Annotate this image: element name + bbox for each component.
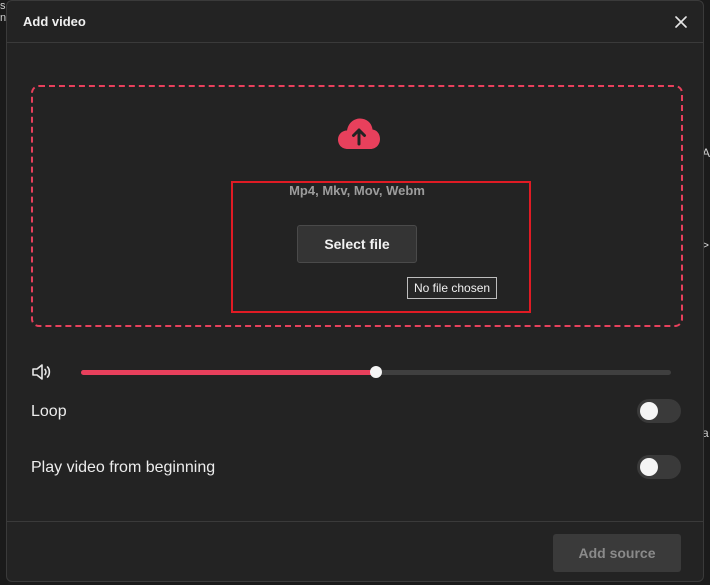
volume-slider-thumb[interactable] — [370, 366, 382, 378]
loop-label: Loop — [31, 403, 67, 420]
volume-slider-fill — [81, 370, 376, 375]
play-from-beginning-toggle-knob — [640, 458, 658, 476]
volume-slider[interactable] — [81, 366, 671, 378]
highlight-annotation-box — [231, 181, 531, 313]
cloud-upload-icon — [338, 118, 380, 149]
volume-icon — [32, 364, 51, 380]
dialog-header: Add video — [7, 1, 703, 43]
add-video-dialog: Add video Mp4, Mkv, Mov, Webm Select fil… — [6, 0, 704, 582]
loop-toggle-knob — [640, 402, 658, 420]
dialog-footer: Add source — [7, 521, 703, 581]
add-source-button[interactable]: Add source — [553, 534, 681, 572]
dialog-title: Add video — [23, 14, 86, 29]
volume-control — [31, 359, 681, 385]
play-from-beginning-toggle[interactable] — [637, 455, 681, 479]
loop-toggle[interactable] — [637, 399, 681, 423]
play-from-beginning-label: Play video from beginning — [31, 459, 216, 476]
play-from-beginning-option: Play video from beginning — [31, 455, 681, 481]
file-dropzone[interactable]: Mp4, Mkv, Mov, Webm Select file No file … — [31, 85, 683, 327]
close-button[interactable] — [669, 10, 693, 34]
loop-option: Loop — [31, 399, 681, 425]
close-icon — [675, 16, 687, 28]
